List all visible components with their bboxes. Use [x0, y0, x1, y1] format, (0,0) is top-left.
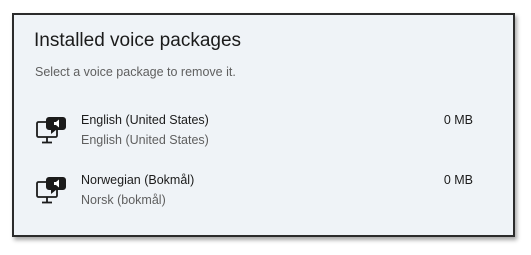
voice-package-item-english[interactable]: English (United States) English (United … [14, 111, 513, 155]
voice-package-native-name: Norsk (bokmål) [81, 193, 166, 207]
voice-package-size: 0 MB [443, 173, 473, 187]
voice-package-icon [34, 113, 70, 149]
voice-package-native-name: English (United States) [81, 133, 209, 147]
panel-title: Installed voice packages [34, 30, 242, 51]
voice-package-name: Norwegian (Bokmål) [81, 173, 195, 187]
voice-package-item-norwegian[interactable]: Norwegian (Bokmål) Norsk (bokmål) 0 MB [14, 171, 513, 215]
voice-package-icon [34, 173, 70, 209]
panel-subtitle: Select a voice package to remove it. [35, 65, 236, 79]
installed-voice-packages-panel: Installed voice packages Select a voice … [12, 13, 515, 237]
voice-package-name: English (United States) [81, 113, 209, 127]
voice-package-size: 0 MB [443, 113, 473, 127]
